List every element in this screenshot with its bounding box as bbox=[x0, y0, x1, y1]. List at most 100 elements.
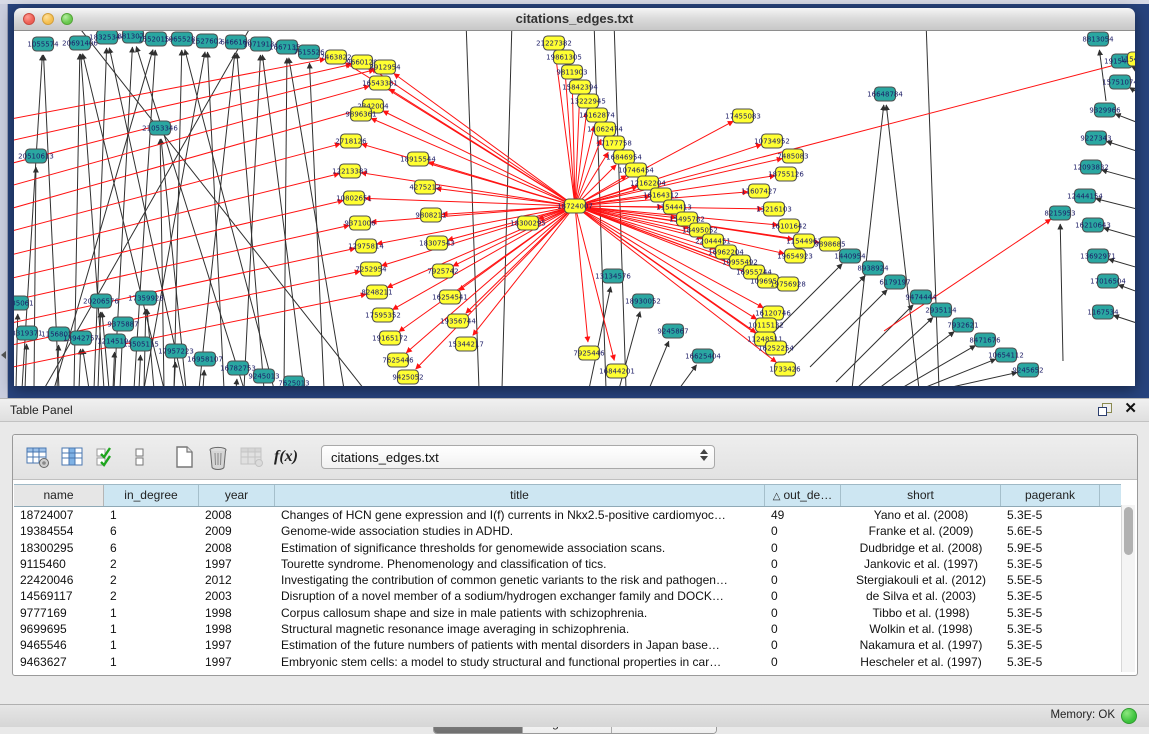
close-panel-icon[interactable]: ✕ bbox=[1124, 402, 1137, 416]
graph-node[interactable]: 16543381 bbox=[362, 76, 398, 90]
graph-node[interactable]: 13216103 bbox=[756, 202, 792, 216]
table-cell[interactable]: 0 bbox=[765, 572, 841, 588]
collapsed-control-panel[interactable] bbox=[0, 4, 8, 398]
graph-node[interactable]: 10802651 bbox=[336, 191, 372, 205]
table-cell[interactable]: 5.3E-5 bbox=[1001, 588, 1100, 604]
table-cell[interactable]: 1998 bbox=[199, 605, 275, 621]
function-builder-icon[interactable]: f(x) bbox=[269, 440, 303, 474]
graph-node[interactable]: 10746454 bbox=[618, 163, 654, 177]
table-vertical-scrollbar[interactable] bbox=[1121, 505, 1135, 672]
table-cell[interactable]: 1 bbox=[104, 621, 199, 637]
graph-node[interactable]: 16648784 bbox=[867, 87, 903, 101]
graph-node[interactable]: 13692971 bbox=[1080, 249, 1116, 263]
graph-node[interactable]: 12213383 bbox=[332, 164, 368, 178]
table-cell[interactable]: 49 bbox=[765, 507, 841, 523]
table-cell[interactable]: 0 bbox=[765, 621, 841, 637]
table-cell[interactable]: 5.6E-5 bbox=[1001, 523, 1100, 539]
table-cell[interactable]: Disruption of a novel member of a sodium… bbox=[275, 588, 765, 604]
graph-node[interactable]: 12444154 bbox=[1067, 189, 1103, 203]
column-header-short[interactable]: short bbox=[841, 485, 1001, 506]
table-cell[interactable]: 2008 bbox=[199, 540, 275, 556]
graph-node[interactable]: 1733426 bbox=[769, 362, 801, 376]
table-cell[interactable]: 22420046 bbox=[14, 572, 104, 588]
table-cell[interactable]: 9115460 bbox=[14, 556, 104, 572]
table-cell[interactable]: Nakamura et al. (1997) bbox=[841, 637, 1001, 653]
graph-node[interactable]: 9425052 bbox=[392, 370, 423, 384]
delete-table-icon[interactable] bbox=[201, 440, 235, 474]
table-cell[interactable]: 1997 bbox=[199, 637, 275, 653]
graph-node[interactable]: 7625013 bbox=[278, 376, 309, 386]
graph-node[interactable]: 9135061 bbox=[14, 296, 34, 310]
table-cell[interactable]: Corpus callosum shape and size in male p… bbox=[275, 605, 765, 621]
graph-node[interactable]: 12975814 bbox=[348, 239, 384, 253]
graph-node[interactable]: 9227343 bbox=[1080, 131, 1111, 145]
graph-node[interactable]: 21227382 bbox=[536, 36, 572, 50]
citation-network-graph[interactable]: 1872400718300295105557420691406183253448… bbox=[14, 31, 1135, 386]
table-row[interactable]: 1872400712008Changes of HCN gene express… bbox=[14, 507, 1121, 523]
table-cell[interactable]: 5.3E-5 bbox=[1001, 605, 1100, 621]
table-cell[interactable]: Yano et al. (2008) bbox=[841, 507, 1001, 523]
graph-node[interactable]: 19356744 bbox=[440, 314, 476, 328]
table-cell[interactable]: 0 bbox=[765, 605, 841, 621]
table-cell[interactable]: Investigating the contribution of common… bbox=[275, 572, 765, 588]
panel-expand-handle-icon[interactable] bbox=[1, 351, 6, 359]
table-cell[interactable]: 5.9E-5 bbox=[1001, 540, 1100, 556]
table-cell[interactable]: Genome-wide association studies in ADHD. bbox=[275, 523, 765, 539]
table-row[interactable]: 1938455462009Genome-wide association stu… bbox=[14, 523, 1121, 539]
table-cell[interactable]: 9699695 bbox=[14, 621, 104, 637]
table-row[interactable]: 946362711997Embryonic stem cells: a mode… bbox=[14, 654, 1121, 670]
table-cell[interactable]: 9463627 bbox=[14, 654, 104, 670]
graph-node[interactable]: 12093832 bbox=[1073, 160, 1109, 174]
graph-node[interactable]: 17177758 bbox=[596, 136, 632, 150]
table-row[interactable]: 969969511998Structural magnetic resonanc… bbox=[14, 621, 1121, 637]
table-row[interactable]: 911546021997Tourette syndrome. Phenomeno… bbox=[14, 556, 1121, 572]
table-cell[interactable]: 18300295 bbox=[14, 540, 104, 556]
table-cell[interactable]: 18724007 bbox=[14, 507, 104, 523]
graph-node[interactable]: 16101642 bbox=[771, 219, 807, 233]
graph-node[interactable]: 16844201 bbox=[599, 364, 635, 378]
graph-node[interactable]: 2718126 bbox=[335, 134, 367, 148]
table-cell[interactable]: 2 bbox=[104, 572, 199, 588]
graph-node[interactable]: 9371006 bbox=[344, 216, 376, 230]
graph-node[interactable]: 7925446 bbox=[573, 346, 605, 360]
table-cell[interactable]: Tourette syndrome. Phenomenology and cla… bbox=[275, 556, 765, 572]
table-cell[interactable]: Jankovic et al. (1997) bbox=[841, 556, 1001, 572]
table-cell[interactable]: 5.3E-5 bbox=[1001, 556, 1100, 572]
graph-node[interactable]: 21053346 bbox=[142, 121, 178, 135]
column-chooser-icon[interactable] bbox=[55, 440, 89, 474]
graph-node[interactable]: 15842394 bbox=[562, 80, 598, 94]
table-cell[interactable]: 5.3E-5 bbox=[1001, 621, 1100, 637]
graph-node[interactable]: 16625404 bbox=[685, 349, 721, 363]
table-cell[interactable]: 0 bbox=[765, 654, 841, 670]
graph-node[interactable]: 9245652 bbox=[1012, 363, 1043, 377]
graph-node[interactable]: 15344217 bbox=[448, 337, 484, 351]
table-cell[interactable]: 0 bbox=[765, 556, 841, 572]
graph-node[interactable]: 7252954 bbox=[355, 262, 387, 276]
graph-node[interactable]: 18930052 bbox=[625, 294, 661, 308]
table-cell[interactable]: 0 bbox=[765, 588, 841, 604]
column-header-title[interactable]: title bbox=[275, 485, 765, 506]
graph-node[interactable]: 8938924 bbox=[857, 261, 889, 275]
network-window-titlebar[interactable]: citations_edges.txt bbox=[14, 8, 1135, 31]
table-cell[interactable]: Embryonic stem cells: a model to study s… bbox=[275, 654, 765, 670]
graph-node[interactable]: 7625446 bbox=[382, 353, 414, 367]
table-cell[interactable]: 2012 bbox=[199, 572, 275, 588]
graph-node[interactable]: 18755126 bbox=[768, 167, 804, 181]
graph-node[interactable]: 17359928 bbox=[128, 291, 164, 305]
table-cell[interactable]: 0 bbox=[765, 637, 841, 653]
graph-node[interactable]: 3319371 bbox=[14, 326, 43, 340]
table-cell[interactable]: 6 bbox=[104, 523, 199, 539]
table-cell[interactable]: 2003 bbox=[199, 588, 275, 604]
column-header-year[interactable]: year bbox=[199, 485, 275, 506]
table-row[interactable]: 977716911998Corpus callosum shape and si… bbox=[14, 605, 1121, 621]
table-settings-icon[interactable] bbox=[21, 440, 55, 474]
graph-node[interactable]: 9811903 bbox=[556, 65, 587, 79]
table-row[interactable]: 2242004622012Investigating the contribut… bbox=[14, 572, 1121, 588]
table-cell[interactable]: 1 bbox=[104, 654, 199, 670]
table-cell[interactable]: 9777169 bbox=[14, 605, 104, 621]
graph-node[interactable]: 1055574 bbox=[27, 37, 59, 51]
graph-node[interactable]: 16846954 bbox=[606, 150, 642, 164]
table-row[interactable]: 1830029562008Estimation of significance … bbox=[14, 540, 1121, 556]
graph-node[interactable]: 8813054 bbox=[1082, 32, 1114, 46]
table-cell[interactable]: 5.3E-5 bbox=[1001, 654, 1100, 670]
